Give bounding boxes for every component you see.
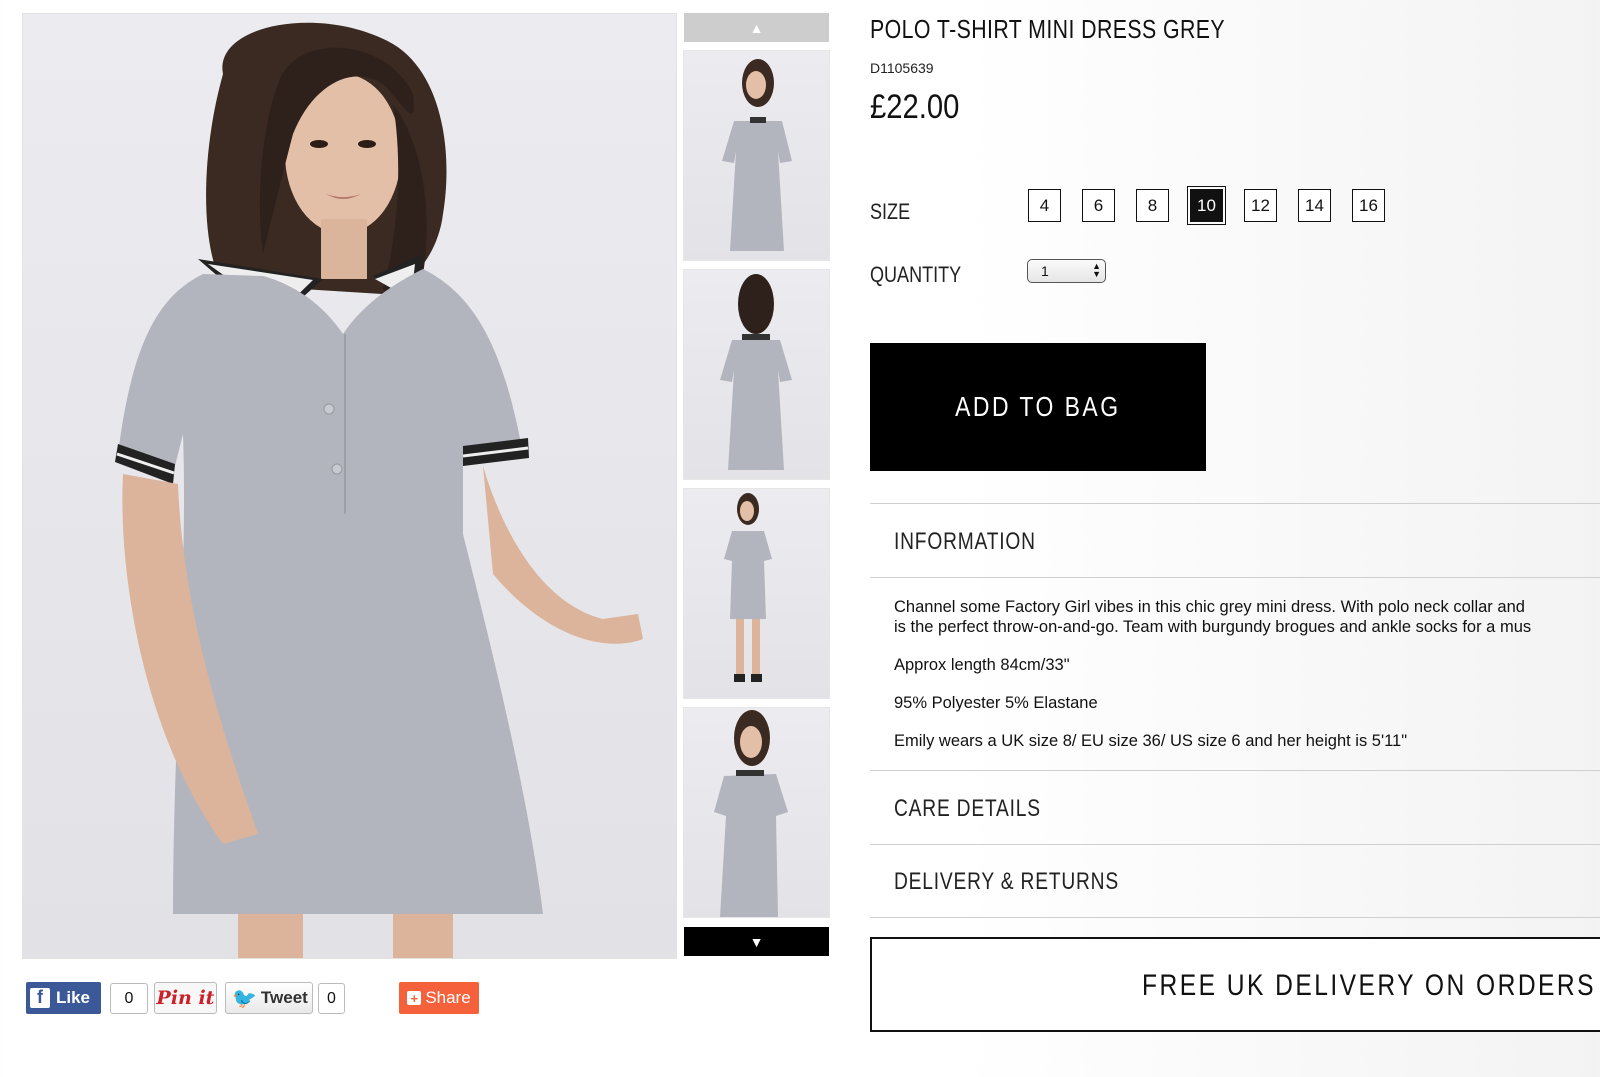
size-option-4[interactable]: 4 (1028, 189, 1061, 222)
tweet-count: 0 (318, 983, 345, 1014)
twitter-tweet-button[interactable]: 🐦 Tweet (225, 982, 313, 1014)
thumbnail-side-pose-illustration (714, 710, 788, 917)
share-label: Share (425, 988, 471, 1007)
thumbnail-full-length-illustration (724, 493, 772, 682)
size-label: SIZE (870, 199, 911, 224)
facebook-like-count: 0 (110, 983, 148, 1014)
information-accordion-header[interactable]: INFORMATION (894, 528, 1036, 556)
size-option-12[interactable]: 12 (1244, 189, 1277, 222)
divider (870, 844, 1600, 845)
main-product-image[interactable] (22, 13, 677, 959)
pinterest-pin-button[interactable]: Pin it (154, 982, 217, 1014)
care-details-accordion-header[interactable]: CARE DETAILS (894, 795, 1041, 823)
thumbnail-2[interactable] (683, 269, 830, 480)
description-line-1: Channel some Factory Girl vibes in this … (894, 598, 1525, 616)
arrow-down-icon: ▼ (749, 933, 764, 950)
thumbnail-4[interactable] (683, 707, 830, 918)
twitter-bird-icon: 🐦 (232, 987, 257, 1010)
plus-icon: + (407, 991, 422, 1006)
free-delivery-banner[interactable]: FREE UK DELIVERY ON ORDERS OVER (870, 937, 1600, 1032)
size-option-10-selected[interactable]: 10 (1187, 186, 1226, 225)
approx-length: Approx length 84cm/33" (894, 656, 1070, 674)
facebook-like-button[interactable]: f Like (26, 982, 101, 1014)
arrow-up-icon: ▲ (749, 19, 764, 36)
size-option-16[interactable]: 16 (1352, 189, 1385, 222)
thumbnail-1[interactable] (683, 50, 830, 261)
model-size-info: Emily wears a UK size 8/ EU size 36/ US … (894, 732, 1408, 750)
divider (870, 770, 1600, 771)
size-selector: 4 6 8 10 12 14 16 (1028, 186, 1385, 225)
quantity-select[interactable]: 1 ▲ ▼ (1027, 259, 1106, 283)
thumbnail-3[interactable] (683, 488, 830, 699)
facebook-like-label: Like (56, 988, 91, 1007)
tweet-label: Tweet (260, 988, 308, 1007)
divider (870, 917, 1600, 918)
free-delivery-text: FREE UK DELIVERY ON ORDERS OVER (1142, 969, 1600, 1002)
thumbnail-scroll-down-button[interactable]: ▼ (684, 927, 829, 956)
product-price: £22.00 (870, 88, 960, 126)
description-line-2: is the perfect throw-on-and-go. Team wit… (894, 618, 1532, 636)
share-button[interactable]: + Share (399, 982, 479, 1014)
fabric-composition: 95% Polyester 5% Elastane (894, 694, 1098, 712)
stepper-arrows-icon: ▲ ▼ (1092, 261, 1101, 279)
delivery-returns-accordion-header[interactable]: DELIVERY & RETURNS (894, 868, 1119, 896)
thumbnail-back-view-illustration (720, 274, 792, 470)
product-sku: D1105639 (870, 60, 934, 76)
size-option-6[interactable]: 6 (1082, 189, 1115, 222)
divider (870, 503, 1600, 504)
thumbnail-scroll-up-button[interactable]: ▲ (684, 13, 829, 42)
add-to-bag-label: ADD TO BAG (955, 391, 1121, 422)
thumbnail-front-view-illustration (722, 59, 792, 251)
size-option-14[interactable]: 14 (1298, 189, 1331, 222)
quantity-value: 1 (1041, 263, 1049, 279)
facebook-icon: f (30, 987, 50, 1008)
model-wearing-dress-illustration (115, 22, 643, 958)
divider (870, 577, 1600, 578)
add-to-bag-button[interactable]: ADD TO BAG (870, 343, 1206, 471)
size-option-8[interactable]: 8 (1136, 189, 1169, 222)
product-title: POLO T-SHIRT MINI DRESS GREY (870, 14, 1226, 44)
quantity-label: QUANTITY (870, 262, 962, 287)
